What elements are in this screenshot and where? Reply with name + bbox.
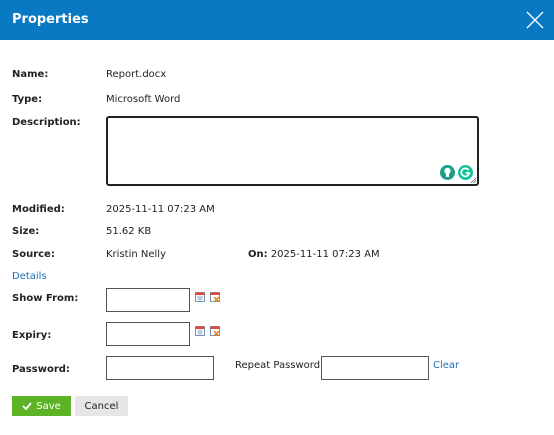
name-value: Report.docx (106, 69, 167, 80)
calendar-clear-icon[interactable] (210, 292, 220, 302)
show-from-input[interactable] (106, 288, 190, 312)
on-field: On: 2025-11-11 07:23 AM (248, 249, 380, 260)
resize-handle-icon[interactable] (470, 177, 476, 183)
expiry-label: Expiry: (12, 330, 52, 341)
password-input[interactable] (106, 356, 214, 380)
repeat-password-input[interactable] (321, 356, 429, 380)
type-label: Type: (12, 94, 43, 105)
clear-link[interactable]: Clear (433, 360, 459, 371)
cancel-button[interactable]: Cancel (75, 396, 128, 416)
source-label: Source: (12, 249, 55, 260)
password-label: Password: (12, 364, 70, 375)
on-value: 2025-11-11 07:23 AM (270, 249, 380, 260)
modified-label: Modified: (12, 204, 65, 215)
name-label: Name: (12, 69, 49, 80)
source-value: Kristin Nelly (106, 249, 166, 260)
type-value: Microsoft Word (106, 94, 181, 105)
calendar-icon[interactable] (195, 292, 205, 302)
writing-assistant-icons (440, 165, 473, 180)
cancel-label: Cancel (84, 400, 119, 412)
description-label: Description: (12, 117, 81, 128)
dialog-title: Properties (12, 12, 89, 27)
save-button[interactable]: Save (12, 396, 71, 416)
size-value: 51.62 KB (106, 226, 152, 237)
calendar-icon[interactable] (195, 326, 205, 336)
details-link[interactable]: Details (12, 271, 47, 282)
lightbulb-icon[interactable] (440, 165, 455, 180)
on-label: On: (248, 249, 268, 260)
repeat-password-label: Repeat Password: (235, 360, 324, 371)
modified-value: 2025-11-11 07:23 AM (106, 204, 215, 215)
close-icon[interactable] (524, 9, 546, 31)
dialog-header: Properties (0, 0, 554, 40)
check-icon (22, 402, 32, 410)
show-from-label: Show From: (12, 293, 79, 304)
expiry-input[interactable] (106, 322, 190, 346)
calendar-clear-icon[interactable] (210, 326, 220, 336)
save-label: Save (36, 400, 61, 412)
description-textarea[interactable] (106, 116, 479, 186)
size-label: Size: (12, 226, 40, 237)
